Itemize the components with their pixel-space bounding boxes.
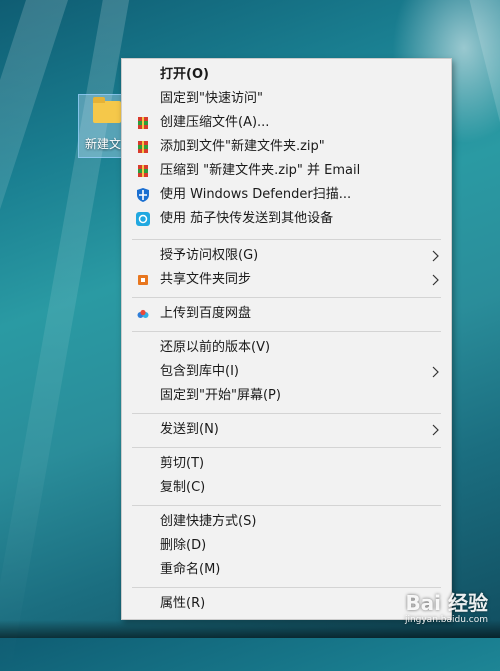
menu-item-label: 发送到(N) [160, 422, 219, 437]
menu-separator [132, 331, 441, 332]
archive-icon [138, 117, 148, 129]
menu-item-delete[interactable]: 删除(D) [122, 534, 451, 558]
menu-item-cut[interactable]: 剪切(T) [122, 452, 451, 476]
chevron-right-icon [432, 250, 439, 262]
menu-item-create-shortcut[interactable]: 创建快捷方式(S) [122, 510, 451, 534]
menu-item-create-archive[interactable]: 创建压缩文件(A)... [122, 111, 451, 135]
cloud-icon [137, 309, 149, 318]
menu-item-label: 创建快捷方式(S) [160, 514, 257, 529]
menu-item-rename[interactable]: 重命名(M) [122, 558, 451, 582]
menu-item-label: 使用 Windows Defender扫描... [160, 187, 352, 202]
menu-item-label: 授予访问权限(G) [160, 248, 259, 263]
menu-item-label: 使用 茄子快传发送到其他设备 [160, 211, 334, 226]
menu-item-label: 打开(O) [160, 67, 209, 82]
menu-separator [132, 447, 441, 448]
menu-item-grant-access[interactable]: 授予访问权限(G) [122, 244, 451, 268]
chevron-right-icon [432, 274, 439, 286]
desktop-folder-label: 新建文 [85, 137, 122, 151]
watermark-site: jingyan.baidu.com [404, 615, 488, 625]
chevron-right-icon [432, 366, 439, 378]
baidu-jingyan-watermark: Bai 经验 jingyan.baidu.com [405, 592, 488, 626]
menu-item-defender-scan[interactable]: 使用 Windows Defender扫描... [122, 183, 451, 207]
menu-item-label: 还原以前的版本(V) [160, 340, 271, 355]
menu-item-send-to[interactable]: 发送到(N) [122, 418, 451, 442]
chevron-right-icon [432, 424, 439, 436]
menu-item-zip-and-email[interactable]: 压缩到 "新建文件夹.zip" 并 Email [122, 159, 451, 183]
defender-shield-icon [137, 188, 149, 202]
menu-item-share-folder-sync[interactable]: 共享文件夹同步 [122, 268, 451, 292]
menu-item-label: 属性(R) [160, 596, 206, 611]
folder-icon [93, 97, 121, 123]
menu-item-open[interactable]: 打开(O) [122, 63, 451, 87]
menu-separator [132, 413, 441, 414]
menu-item-label: 创建压缩文件(A)... [160, 115, 270, 130]
menu-item-label: 上传到百度网盘 [160, 306, 252, 321]
menu-item-label: 剪切(T) [160, 456, 205, 471]
send-app-icon [136, 212, 150, 226]
menu-item-label: 复制(C) [160, 480, 206, 495]
context-menu: 打开(O) 固定到"快速访问" 创建压缩文件(A)... 添加到文件"新建文件夹… [121, 58, 452, 620]
sync-icon [138, 275, 148, 285]
menu-item-label: 重命名(M) [160, 562, 221, 577]
menu-item-label: 固定到"快速访问" [160, 91, 263, 106]
menu-separator [132, 587, 441, 588]
archive-icon [138, 141, 148, 153]
desktop: 新建文 打开(O) 固定到"快速访问" 创建压缩文件(A)... 添加到文件"新… [0, 0, 500, 671]
menu-item-pin-to-start[interactable]: 固定到"开始"屏幕(P) [122, 384, 451, 408]
menu-item-add-to-zip[interactable]: 添加到文件"新建文件夹.zip" [122, 135, 451, 159]
menu-item-copy[interactable]: 复制(C) [122, 476, 451, 500]
menu-item-include-in-library[interactable]: 包含到库中(I) [122, 360, 451, 384]
watermark-logo: Bai 经验 [405, 591, 488, 615]
menu-item-label: 删除(D) [160, 538, 207, 553]
menu-item-label: 固定到"开始"屏幕(P) [160, 388, 281, 403]
menu-item-pin-quick-access[interactable]: 固定到"快速访问" [122, 87, 451, 111]
menu-item-send-other-device[interactable]: 使用 茄子快传发送到其他设备 [122, 207, 451, 231]
archive-icon [138, 165, 148, 177]
menu-item-label: 包含到库中(I) [160, 364, 239, 379]
menu-item-upload-baidu-pan[interactable]: 上传到百度网盘 [122, 302, 451, 326]
menu-item-label: 共享文件夹同步 [160, 272, 252, 287]
menu-item-label: 压缩到 "新建文件夹.zip" 并 Email [160, 163, 361, 178]
menu-item-label: 添加到文件"新建文件夹.zip" [160, 139, 325, 154]
menu-separator [132, 297, 441, 298]
menu-separator [132, 505, 441, 506]
menu-item-properties[interactable]: 属性(R) [122, 592, 451, 616]
menu-item-restore-versions[interactable]: 还原以前的版本(V) [122, 336, 451, 360]
menu-separator [132, 239, 441, 240]
